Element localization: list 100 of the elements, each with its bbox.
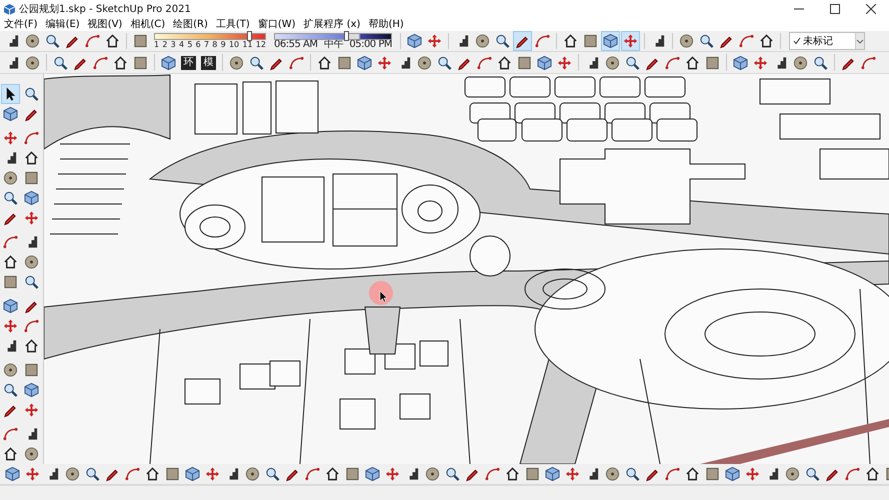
box-icon xyxy=(583,33,598,50)
magnifier-icon xyxy=(24,86,39,102)
disc-icon xyxy=(785,466,800,482)
arc-icon xyxy=(665,54,680,71)
month-label: 9 xyxy=(220,40,226,50)
box-icon xyxy=(517,54,532,71)
house-icon xyxy=(759,33,774,50)
cube-icon xyxy=(357,54,372,71)
disc-icon xyxy=(24,446,39,462)
house-icon xyxy=(317,54,332,71)
house-icon xyxy=(3,446,18,462)
cube-icon xyxy=(725,466,740,482)
menu-item[interactable]: 绘图(R) xyxy=(169,18,212,32)
menu-item[interactable]: 视图(V) xyxy=(84,18,126,32)
cube-icon xyxy=(365,466,380,482)
magnifier-icon xyxy=(805,466,820,482)
cube-icon xyxy=(537,54,552,71)
cube-icon xyxy=(24,382,39,398)
menu-item[interactable]: 扩展程序 (x) xyxy=(300,18,364,32)
move-arrows-icon xyxy=(745,466,760,482)
house-icon xyxy=(24,338,39,354)
tool-button[interactable] xyxy=(1,84,20,104)
arc-icon xyxy=(289,54,304,71)
menu-item[interactable]: 编辑(E) xyxy=(42,18,84,32)
arc-icon xyxy=(3,426,18,442)
time-label: 05:00 PM xyxy=(349,40,392,50)
box-icon xyxy=(3,274,18,290)
disc-icon xyxy=(3,362,18,378)
magnifier-icon xyxy=(24,274,39,290)
box-icon xyxy=(337,54,352,71)
disc-icon xyxy=(425,466,440,482)
tag-dropdown[interactable]: 未标记 xyxy=(789,32,865,50)
arc-icon xyxy=(665,466,680,482)
month-label: 1 xyxy=(154,40,160,50)
move-arrows-icon xyxy=(377,54,392,71)
box-icon xyxy=(133,54,148,71)
window-title: 公园规划1.skp - SketchUp Pro 2021 xyxy=(19,2,192,16)
arc-icon xyxy=(845,466,860,482)
disc-icon xyxy=(245,466,260,482)
magnifier-icon xyxy=(437,54,452,71)
arc-icon xyxy=(3,234,18,250)
maximize-icon xyxy=(830,4,840,14)
menu-item[interactable]: 相机(C) xyxy=(126,18,170,32)
menu-item[interactable]: 窗口(W) xyxy=(254,18,300,32)
move-arrows-icon xyxy=(557,54,572,71)
cube-icon xyxy=(5,466,20,482)
arc-icon xyxy=(485,466,500,482)
move-arrows-icon xyxy=(623,33,638,50)
month-label: 6 xyxy=(196,40,201,50)
month-slider[interactable] xyxy=(154,32,266,40)
move-arrows-icon xyxy=(385,466,400,482)
arc-icon xyxy=(85,33,100,50)
box-icon xyxy=(705,466,720,482)
cube-icon xyxy=(603,33,618,50)
house-icon xyxy=(113,54,128,71)
menu-item[interactable]: 工具(T) xyxy=(212,18,254,32)
month-label: 8 xyxy=(212,40,218,50)
time-slider[interactable] xyxy=(274,32,392,40)
arc-icon xyxy=(739,33,754,50)
move-arrows-icon xyxy=(565,466,580,482)
cube-icon xyxy=(3,106,18,122)
arc-icon xyxy=(93,54,108,71)
disc-icon xyxy=(605,466,620,482)
house-icon xyxy=(105,33,120,50)
move-arrows-icon xyxy=(753,54,768,71)
disc-icon xyxy=(3,170,18,186)
magnifier-icon xyxy=(53,54,68,71)
caret-icon xyxy=(856,38,864,44)
house-icon xyxy=(3,254,18,270)
disc-icon xyxy=(475,33,490,50)
time-label: 06:55 AM xyxy=(274,40,318,50)
disc-icon xyxy=(605,54,620,71)
magnifier-icon xyxy=(625,54,640,71)
box-icon xyxy=(525,466,540,482)
move-arrows-icon xyxy=(24,402,39,418)
magnifier-icon xyxy=(813,54,828,71)
arc-icon xyxy=(125,466,140,482)
magnifier-icon xyxy=(699,33,714,50)
box-icon xyxy=(705,54,720,71)
move-arrows-icon xyxy=(3,318,18,334)
menu-item[interactable]: 帮助(H) xyxy=(364,18,408,32)
time-slider-thumb[interactable] xyxy=(344,30,349,41)
tool-button[interactable] xyxy=(513,31,532,52)
cube-icon xyxy=(545,466,560,482)
month-label: 2 xyxy=(162,40,168,50)
house-icon xyxy=(685,54,700,71)
magnifier-icon xyxy=(45,33,60,50)
disc-icon xyxy=(25,33,40,50)
disc-icon xyxy=(24,254,39,270)
month-slider-thumb[interactable] xyxy=(246,30,252,41)
app-logo-icon xyxy=(4,4,15,14)
disc-icon xyxy=(25,54,40,71)
cube-icon xyxy=(3,298,18,314)
month-label: 11 xyxy=(242,40,253,50)
magnifier-icon xyxy=(85,466,100,482)
menu-item[interactable]: 文件(F) xyxy=(0,18,42,32)
magnifier-icon xyxy=(3,190,18,206)
arc-icon xyxy=(535,33,550,50)
box-icon xyxy=(345,466,360,482)
box-icon xyxy=(133,33,148,50)
